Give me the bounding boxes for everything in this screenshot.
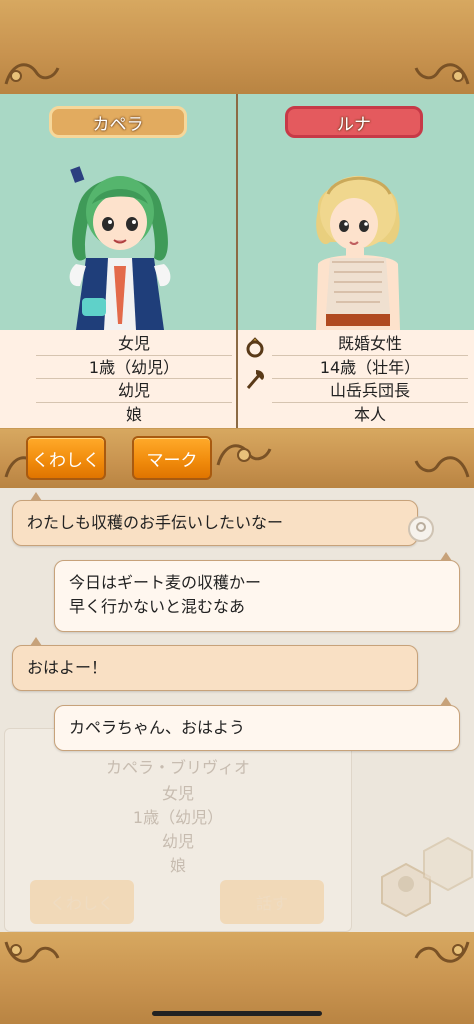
column-divider: [236, 94, 238, 428]
top-wood-bar: [0, 0, 474, 94]
ornament-left-icon: [2, 936, 62, 970]
stat-job-right: 山岳兵団長: [272, 379, 468, 403]
chat-bubble-left: おはよー！: [12, 645, 418, 691]
bg-panel-line: 幼児: [161, 832, 194, 851]
bg-panel-line: 1歳（幼児）: [132, 808, 224, 827]
mark-button[interactable]: マーク: [132, 436, 212, 480]
bg-talk-button: 話す: [220, 880, 324, 924]
ornament-right-icon: [412, 56, 472, 90]
hexagon-menu-icon: [420, 836, 474, 892]
bg-detail-button: くわしく: [30, 880, 134, 924]
character-name-left[interactable]: カペラ: [49, 106, 187, 138]
stat-gender-right: 既婚女性: [272, 332, 468, 356]
detail-button[interactable]: くわしく: [26, 436, 106, 480]
stat-age-right: 14歳（壮年）: [272, 356, 468, 379]
bg-panel-name: カペラ・ブリヴィオ: [105, 758, 250, 777]
ornament-left-icon: [2, 56, 62, 90]
chat-bubble-right: 今日はギート麦の収穫かー 早く行かないと混むなあ: [54, 560, 460, 632]
chat-bubble-left: わたしも収穫のお手伝いしたいなー: [12, 500, 418, 546]
ring-icon: [244, 336, 266, 358]
bubble-tail: [30, 492, 42, 501]
ornament-right-icon: [412, 449, 472, 483]
stats-left: 女児 1歳（幼児） 幼児 娘: [36, 332, 232, 426]
stats-right: 既婚女性 14歳（壮年） 山岳兵団長 本人: [272, 332, 468, 426]
chat-bubble-right: カペラちゃん、おはよう: [54, 705, 460, 751]
bg-panel-line: 娘: [169, 856, 186, 875]
bubble-tail: [440, 697, 452, 706]
axe-icon: [244, 368, 266, 390]
bg-panel-line: 女児: [161, 784, 194, 803]
stat-gender-left: 女児: [36, 332, 232, 356]
stat-relation-left: 娘: [125, 404, 142, 424]
character-name-right[interactable]: ルナ: [285, 106, 423, 138]
talk-indicator-icon: [406, 514, 436, 544]
ornament-center-icon: [214, 437, 274, 471]
stat-age-left: 1歳（幼児）: [36, 356, 232, 379]
stat-relation-right: 本人: [353, 404, 386, 424]
home-indicator[interactable]: [152, 1011, 322, 1016]
stat-job-left: 幼児: [36, 379, 232, 403]
bubble-tail: [440, 552, 452, 561]
bubble-tail: [30, 637, 42, 646]
ornament-right-icon: [412, 936, 472, 970]
character-portrait-right[interactable]: [296, 154, 420, 330]
character-portrait-left[interactable]: [56, 148, 186, 330]
